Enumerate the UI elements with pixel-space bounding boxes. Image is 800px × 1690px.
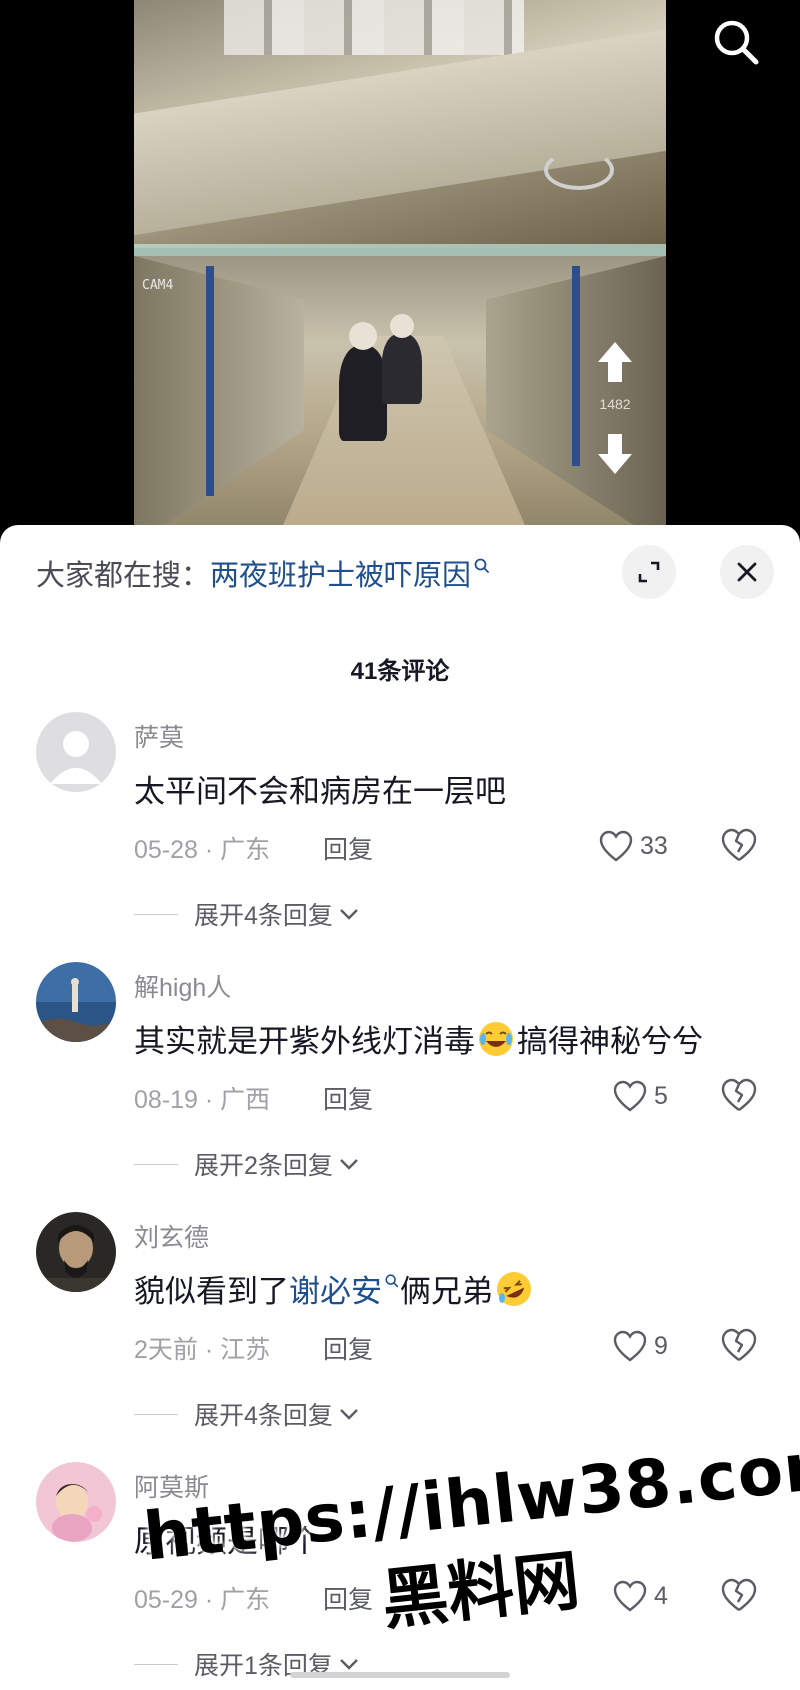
chevron-down-icon bbox=[340, 1409, 358, 1420]
close-icon bbox=[737, 562, 757, 582]
comment-username[interactable]: 阿莫斯 bbox=[134, 1468, 209, 1504]
comment-item: 萨莫 太平间不会和病房在一层吧 05-28 · 广东 回复 33 展开4条回复 bbox=[0, 712, 800, 962]
divider-line bbox=[134, 1163, 178, 1165]
comment-text-body: 貌似看到了 bbox=[134, 1274, 289, 1309]
expand-replies[interactable]: 展开1条回复 bbox=[134, 1644, 361, 1684]
comment-sheet: 大家都在搜： 两夜班护士被吓原因 41条评论 萨莫 太平间不会和病房在一层吧 0… bbox=[0, 525, 800, 1690]
laughing-crying-emoji-icon bbox=[479, 1021, 513, 1056]
side-counter: 1482 bbox=[599, 396, 631, 412]
broken-heart-icon[interactable] bbox=[720, 826, 758, 864]
broken-heart-icon[interactable] bbox=[720, 1326, 758, 1364]
nurse-figure-1 bbox=[339, 346, 387, 441]
broken-heart-icon[interactable] bbox=[720, 1076, 758, 1114]
camera-view-corridor: CAM4 bbox=[134, 256, 666, 545]
reply-button[interactable]: 回复 bbox=[323, 1330, 373, 1366]
reply-button[interactable]: 回复 bbox=[323, 1080, 373, 1116]
heart-icon bbox=[613, 1580, 647, 1612]
desk-items bbox=[224, 0, 524, 55]
chair-base bbox=[544, 150, 614, 190]
expand-replies-label: 展开4条回复 bbox=[194, 902, 333, 930]
search-small-icon bbox=[474, 558, 489, 573]
nurse-head-2 bbox=[390, 314, 414, 338]
like-count: 33 bbox=[640, 831, 668, 860]
broken-heart-icon[interactable] bbox=[720, 1576, 758, 1614]
hot-search-link[interactable]: 两夜班护士被吓原因 bbox=[210, 552, 471, 594]
comment-meta: 05-28 · 广东 bbox=[134, 836, 271, 864]
like-button[interactable]: 4 bbox=[612, 1576, 668, 1616]
search-button[interactable] bbox=[708, 14, 764, 70]
like-count: 4 bbox=[654, 1581, 668, 1610]
chevron-down-icon bbox=[340, 909, 358, 920]
like-button[interactable]: 9 bbox=[612, 1326, 668, 1366]
video-frame: CAM4 bbox=[134, 0, 666, 545]
comment-text: 原视频是哪个 bbox=[134, 1516, 320, 1561]
nurse-figure-2 bbox=[382, 334, 422, 404]
expand-replies-label: 展开2条回复 bbox=[194, 1152, 333, 1180]
arrow-down-icon[interactable] bbox=[596, 432, 634, 476]
camera-label: CAM4 bbox=[142, 278, 174, 293]
avatar[interactable] bbox=[36, 962, 116, 1042]
search-small-icon bbox=[385, 1273, 399, 1287]
rofl-emoji-icon bbox=[497, 1271, 531, 1306]
default-avatar-icon bbox=[36, 712, 116, 792]
heart-icon bbox=[613, 1080, 647, 1112]
like-count: 5 bbox=[654, 1081, 668, 1110]
hot-search-bar[interactable]: 大家都在搜： 两夜班护士被吓原因 bbox=[36, 553, 491, 593]
comment-username[interactable]: 解high人 bbox=[134, 968, 231, 1004]
hot-search-prefix: 大家都在搜： bbox=[36, 560, 211, 592]
door-frame-right bbox=[572, 266, 580, 466]
avatar[interactable] bbox=[36, 1212, 116, 1292]
expand-replies[interactable]: 展开2条回复 bbox=[134, 1144, 361, 1184]
comment-username[interactable]: 萨莫 bbox=[134, 718, 184, 754]
camera-view-top bbox=[134, 0, 666, 248]
expand-replies[interactable]: 展开4条回复 bbox=[134, 1394, 361, 1434]
comment-meta: 08-19 · 广西 bbox=[134, 1086, 271, 1114]
divider-line bbox=[134, 1413, 178, 1415]
like-button[interactable]: 5 bbox=[612, 1076, 668, 1116]
comment-text-body: 太平间不会和病房在一层吧 bbox=[134, 774, 506, 809]
comment-text: 太平间不会和病房在一层吧 bbox=[134, 766, 506, 811]
avatar[interactable] bbox=[36, 712, 116, 792]
comment-text-body: 其实就是开紫外线灯消毒 bbox=[134, 1024, 475, 1059]
comment-username[interactable]: 刘玄德 bbox=[134, 1218, 209, 1254]
fullscreen-button[interactable] bbox=[622, 545, 676, 599]
close-button[interactable] bbox=[720, 545, 774, 599]
door-frame-left bbox=[206, 266, 214, 496]
comment-text-tail: 俩兄弟 bbox=[400, 1274, 493, 1309]
avatar[interactable] bbox=[36, 1462, 116, 1542]
arrow-up-icon[interactable] bbox=[596, 340, 634, 384]
avatar-image bbox=[36, 1212, 116, 1292]
comment-item: 阿莫斯 原视频是哪个 05-29 · 广东 回复 4 展开1条回复 bbox=[0, 1462, 800, 1690]
like-button[interactable]: 33 bbox=[598, 826, 668, 866]
comment-count: 41条评论 bbox=[350, 658, 450, 685]
side-controls: 1482 bbox=[590, 340, 640, 480]
search-icon bbox=[714, 20, 759, 65]
home-indicator bbox=[290, 1672, 510, 1678]
reply-button[interactable]: 回复 bbox=[323, 830, 373, 866]
comment-text-body: 原视频是哪个 bbox=[134, 1524, 320, 1559]
comment-text-tail: 搞得神秘兮兮 bbox=[517, 1024, 703, 1059]
expand-replies[interactable]: 展开4条回复 bbox=[134, 894, 361, 934]
expand-icon bbox=[638, 561, 660, 583]
comment-item: 解high人 其实就是开紫外线灯消毒 搞得神秘兮兮 08-19 · 广西 回复 … bbox=[0, 962, 800, 1212]
comment-text: 貌似看到了 谢必安 俩兄弟 bbox=[134, 1266, 535, 1311]
avatar-image bbox=[36, 962, 116, 1042]
divider-line bbox=[134, 1663, 178, 1665]
avatar-image bbox=[36, 1462, 116, 1542]
like-count: 9 bbox=[654, 1331, 668, 1360]
nurse-head-1 bbox=[349, 322, 377, 350]
corridor-wall-left bbox=[134, 256, 304, 545]
video-player[interactable]: CAM4 1482 bbox=[0, 0, 800, 545]
reply-button[interactable]: 回复 bbox=[323, 1580, 373, 1616]
heart-icon bbox=[613, 1330, 647, 1362]
comment-item: 刘玄德 貌似看到了 谢必安 俩兄弟 2天前 · 江苏 回复 9 展开4条回复 bbox=[0, 1212, 800, 1462]
divider-line bbox=[134, 913, 178, 915]
comment-search-link[interactable]: 谢必安 bbox=[289, 1266, 382, 1311]
heart-icon bbox=[599, 830, 633, 862]
expand-replies-label: 展开4条回复 bbox=[194, 1402, 333, 1430]
chevron-down-icon bbox=[340, 1159, 358, 1170]
comment-text: 其实就是开紫外线灯消毒 搞得神秘兮兮 bbox=[134, 1016, 703, 1061]
comment-meta: 2天前 · 江苏 bbox=[134, 1336, 271, 1364]
comment-meta: 05-29 · 广东 bbox=[134, 1586, 271, 1614]
